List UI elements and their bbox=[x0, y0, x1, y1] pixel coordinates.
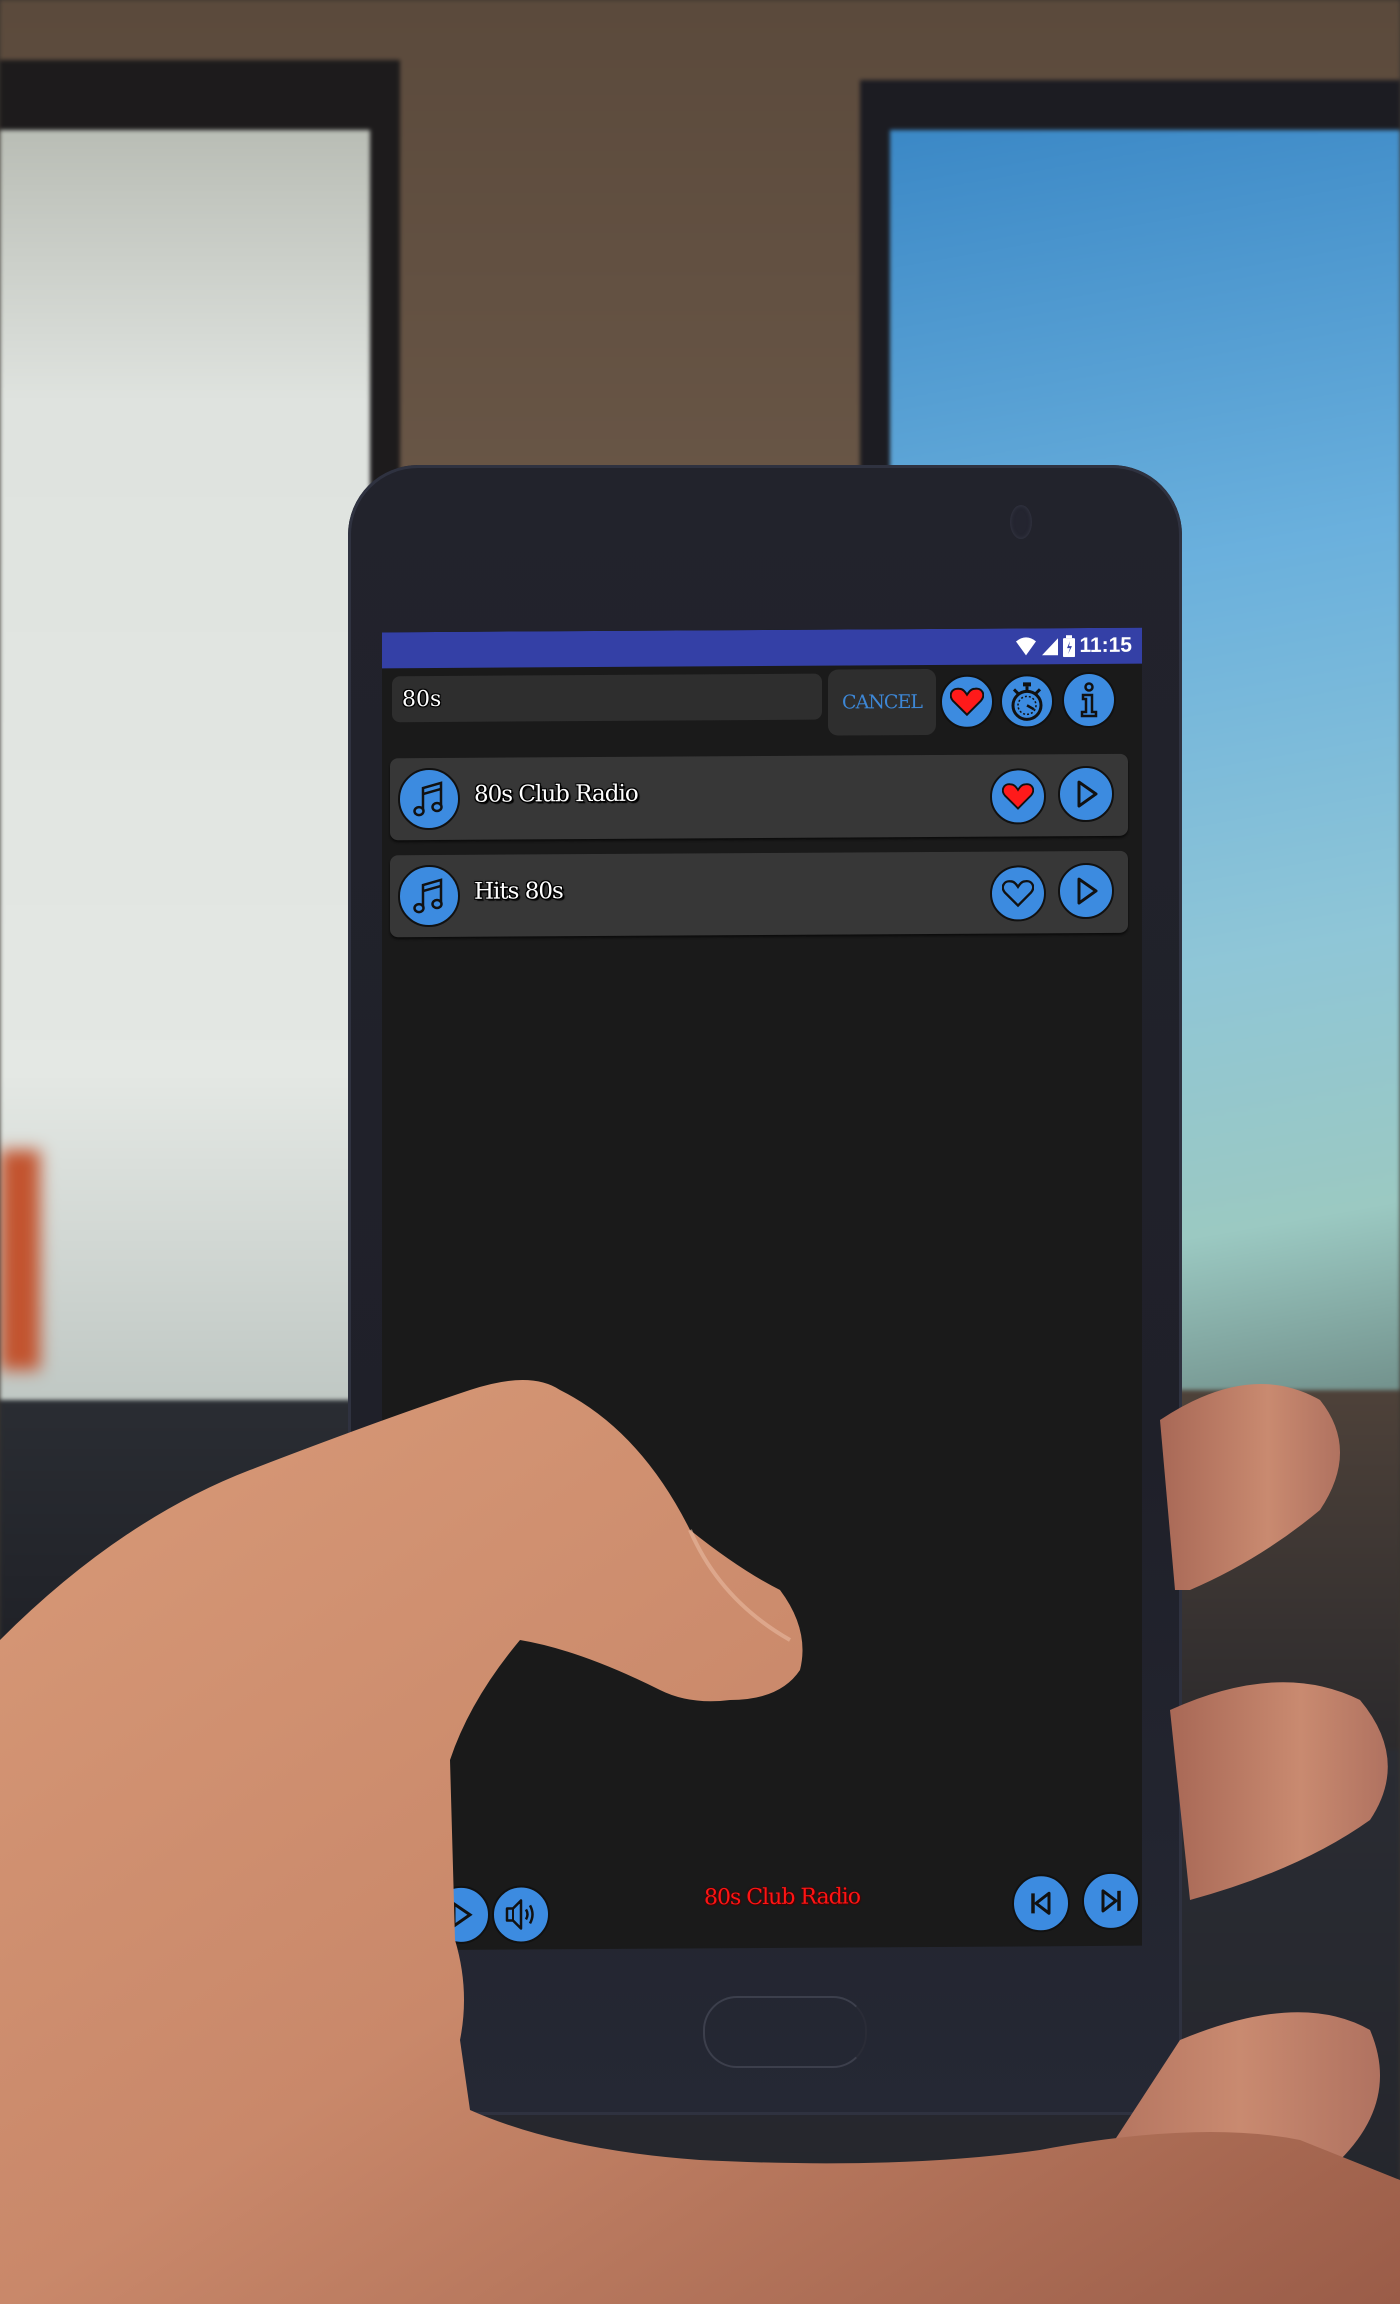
signal-icon bbox=[1041, 636, 1059, 656]
status-bar: 11:15 bbox=[382, 627, 1142, 669]
volume-icon bbox=[505, 1899, 534, 1930]
play-pause-icon bbox=[452, 1901, 473, 1929]
battery-icon bbox=[1063, 635, 1076, 658]
background-desk-left bbox=[0, 1400, 400, 1760]
background-monitor-left bbox=[0, 60, 400, 1480]
station-row[interactable]: Hits 80s bbox=[390, 850, 1128, 938]
next-button[interactable] bbox=[1082, 1871, 1140, 1931]
station-list: 80s Club Radio Hits 80s bbox=[390, 753, 1142, 938]
favorite-toggle-button[interactable] bbox=[990, 768, 1046, 825]
station-icon-button[interactable] bbox=[398, 864, 460, 928]
info-icon bbox=[1080, 682, 1098, 718]
play-pause-button[interactable] bbox=[432, 1885, 490, 1945]
sleep-timer-button[interactable] bbox=[1000, 674, 1054, 729]
music-note-icon bbox=[413, 781, 443, 817]
previous-button[interactable] bbox=[1012, 1874, 1070, 1933]
heart-filled-icon bbox=[1002, 783, 1034, 810]
heart-outline-icon bbox=[1002, 880, 1034, 908]
previous-icon bbox=[1031, 1891, 1051, 1915]
next-icon bbox=[1101, 1889, 1121, 1913]
heart-filled-icon bbox=[950, 687, 984, 717]
play-icon bbox=[1077, 877, 1098, 905]
home-button[interactable] bbox=[703, 1996, 867, 2068]
front-camera bbox=[1010, 505, 1032, 539]
favorites-button[interactable] bbox=[940, 674, 994, 729]
station-icon-button[interactable] bbox=[398, 767, 460, 831]
music-note-icon bbox=[413, 878, 443, 914]
wifi-icon bbox=[1015, 636, 1037, 656]
search-input[interactable] bbox=[392, 673, 822, 723]
status-time: 11:15 bbox=[1079, 633, 1132, 658]
now-playing-title: 80s Club Radio bbox=[704, 1884, 860, 1911]
station-row[interactable]: 80s Club Radio bbox=[390, 753, 1128, 841]
play-button[interactable] bbox=[1058, 765, 1114, 823]
info-button[interactable] bbox=[1062, 671, 1116, 729]
favorite-toggle-button[interactable] bbox=[990, 865, 1046, 922]
player-bar: 80s Club Radio bbox=[382, 1846, 1142, 1951]
volume-button[interactable] bbox=[492, 1885, 550, 1944]
stopwatch-icon bbox=[1011, 682, 1043, 721]
play-icon bbox=[1077, 780, 1098, 808]
phone-screen: 11:15 CANCEL bbox=[382, 627, 1142, 1951]
play-button[interactable] bbox=[1058, 862, 1114, 920]
background-orange-object bbox=[0, 1150, 40, 1370]
cancel-button[interactable]: CANCEL bbox=[828, 668, 936, 736]
station-name: Hits 80s bbox=[474, 878, 563, 905]
station-name: 80s Club Radio bbox=[474, 780, 638, 808]
